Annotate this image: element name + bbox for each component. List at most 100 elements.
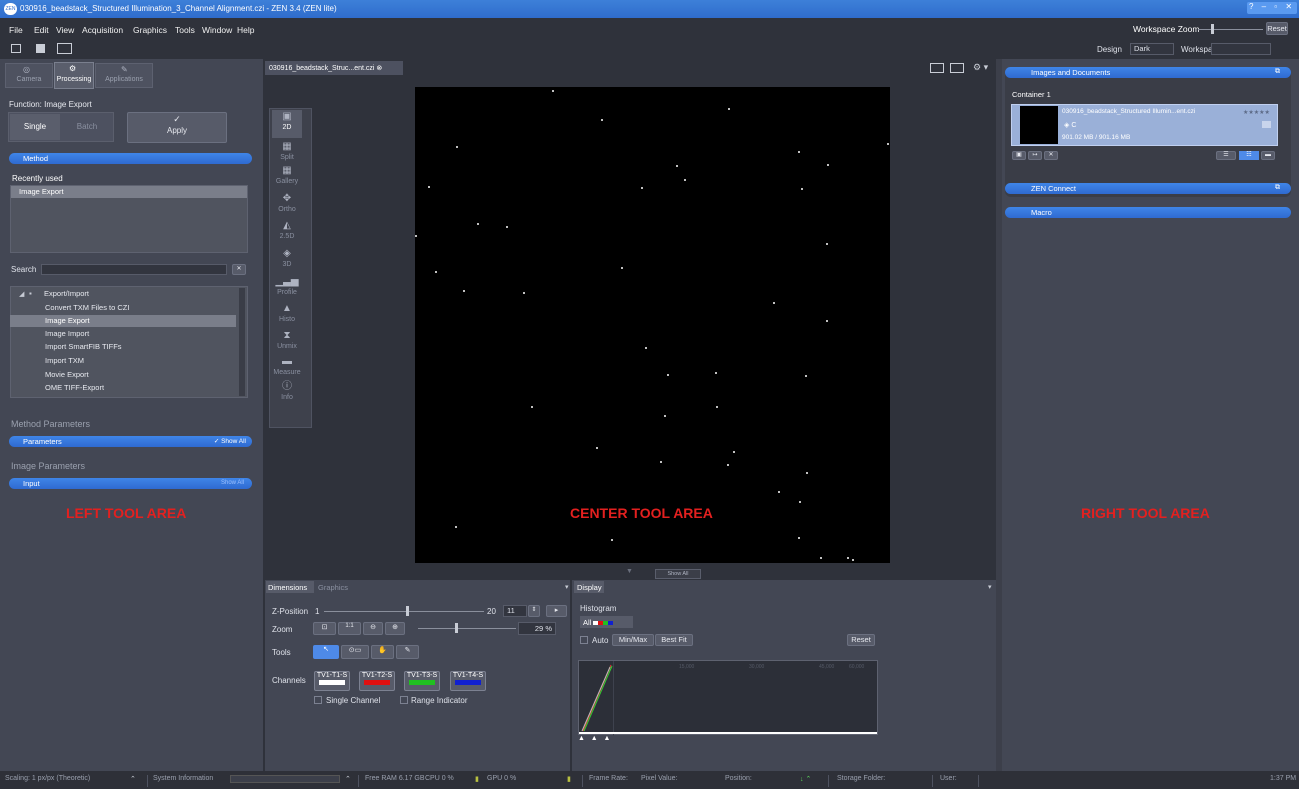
clear-search-icon[interactable]: ✕ [232,264,246,275]
zoom-input[interactable]: 29 % [518,622,556,635]
collapse-arrow-icon[interactable]: ▼ [626,568,633,575]
open-folder-icon[interactable] [11,44,21,53]
channel-1-button[interactable]: TV1-T1-S [314,671,350,691]
zoom-slider-handle[interactable] [455,623,458,633]
thumb-view-icon[interactable]: ▬ [1261,151,1275,160]
view-25d-button[interactable]: ◭ 2.5D [272,219,302,247]
tree-expand-icon[interactable]: ◢ [19,290,24,298]
document-rating[interactable]: ★★★★★ [1243,109,1270,116]
workspace-zoom-handle[interactable] [1211,24,1214,34]
tree-item-convert-txm[interactable]: Convert TXM Files to CZI [10,302,236,314]
play-icon[interactable]: ▸ [546,605,567,617]
settings-gear-icon[interactable]: ⚙ ▾ [973,62,988,73]
zoom-tool-icon[interactable]: ⊙▭ [341,645,369,659]
zoom-fit-icon[interactable]: ⊡ [313,622,336,635]
status-expand-icon-2[interactable]: ⌃ [345,775,351,783]
zoom-1-1-icon[interactable]: 1:1 [338,622,361,635]
tree-scrollbar[interactable] [239,288,245,396]
image-canvas[interactable] [415,87,890,563]
tree-item-movie-export[interactable]: Movie Export [10,369,236,381]
bestfit-button[interactable]: Best Fit [655,634,693,646]
workspace-select[interactable] [1211,43,1271,55]
single-channel-checkbox[interactable] [314,696,322,704]
menu-window[interactable]: Window [202,25,232,35]
tree-item-image-export[interactable]: Image Export [10,315,236,327]
tree-item-image-import[interactable]: Image Import [10,328,236,340]
document-tab[interactable]: 030916_beadstack_Struc...ent.czi ⊗ [265,61,403,75]
channel-2-button[interactable]: TV1-T2-S [359,671,395,691]
layout-icon[interactable] [57,43,72,54]
list-view-icon[interactable]: ☰ [1216,151,1236,160]
save-icon[interactable] [36,44,45,53]
auto-checkbox[interactable] [580,636,588,644]
zoom-in-icon[interactable]: ⊕ [385,622,405,635]
view-3d-button[interactable]: ◈ 3D [272,247,302,275]
batch-button[interactable]: Batch [62,114,112,140]
tree-root-label[interactable]: Export/Import [44,289,89,298]
macro-header[interactable]: Macro [1005,207,1291,218]
tree-item-ome-tiff-export[interactable]: OME TIFF-Export [10,382,236,394]
z-stepper-icon[interactable]: ⇕ [528,605,540,617]
histogram-chart[interactable]: 15,000 30,000 45,000 60,000 [578,660,878,736]
pointer-tool-icon[interactable]: ↖ [313,645,339,659]
tab-dimensions[interactable]: Dimensions [266,581,314,593]
menu-edit[interactable]: Edit [34,25,49,35]
apply-button[interactable]: ✓ Apply [127,112,227,143]
zoom-out-icon[interactable]: ⊖ [363,622,383,635]
channel-select-all[interactable]: All [580,616,633,628]
search-input[interactable] [41,264,227,275]
pan-tool-icon[interactable]: ✋ [371,645,394,659]
zen-connect-header[interactable]: ZEN Connect [1005,183,1291,194]
tree-item-import-txm[interactable]: Import TXM [10,355,236,367]
images-documents-header[interactable]: Images and Documents [1005,67,1291,78]
menu-tools[interactable]: Tools [175,25,195,35]
zen-connect-undock-icon[interactable]: ⧉ [1275,184,1280,192]
display-dropdown-icon[interactable]: ▾ [988,583,992,591]
view-info-button[interactable]: ⓘ Info [272,380,302,408]
parameters-header[interactable]: Parameters ✓ Show All [9,436,252,447]
display-reset-button[interactable]: Reset [847,634,875,646]
send-doc-icon[interactable]: ↦ [1028,151,1042,160]
workspace-zoom-slider[interactable] [1198,29,1263,30]
input-header[interactable]: Input Show All [9,478,252,489]
input-show-all-toggle[interactable]: Show All [221,478,244,489]
recent-item[interactable]: Image Export [11,186,247,198]
status-expand-icon[interactable]: ⌃ [130,775,136,783]
view-ortho-button[interactable]: ✥ Ortho [272,192,302,220]
reset-button[interactable]: Reset [1266,22,1288,35]
menu-graphics[interactable]: Graphics [133,25,167,35]
view-gallery-button[interactable]: ▦ Gallery [272,164,302,192]
z-position-input[interactable]: 11 [503,605,527,617]
menu-file[interactable]: File [9,25,23,35]
method-header[interactable]: Method [9,153,252,164]
zoom-slider[interactable] [418,628,516,629]
split-view-icon[interactable] [950,63,964,73]
tab-display[interactable]: Display [574,581,604,593]
design-select[interactable]: Dark [1130,43,1174,55]
view-histo-button[interactable]: ▲ Histo [272,302,302,330]
grid-view-icon[interactable] [930,63,944,73]
range-indicator-checkbox[interactable] [400,696,408,704]
z-position-handle[interactable] [406,606,409,616]
view-measure-button[interactable]: ▬ Measure [272,355,302,383]
menu-acquisition[interactable]: Acquisition [82,25,123,35]
view-2d-button[interactable]: ▣ 2D [272,110,302,138]
window-controls[interactable]: ? – ▫ ✕ [1247,2,1297,14]
minmax-button[interactable]: Min/Max [612,634,654,646]
save-doc-icon[interactable]: ▣ [1012,151,1026,160]
channel-4-button[interactable]: TV1-T4-S [450,671,486,691]
close-doc-icon[interactable]: ✕ [1044,151,1058,160]
panel-dropdown-icon[interactable]: ▾ [565,583,569,591]
menu-view[interactable]: View [56,25,74,35]
tree-item-import-smartfib[interactable]: Import SmartFIB TIFFs [10,341,236,353]
channel-3-button[interactable]: TV1-T3-S [404,671,440,691]
histogram-markers-icon[interactable]: ▲ ▲ ▲ [578,735,610,742]
tab-graphics[interactable]: Graphics [318,583,348,592]
show-all-button[interactable]: Show All [655,569,701,579]
view-profile-button[interactable]: ▁▃▅ Profile [272,275,302,303]
detail-view-icon[interactable]: ☷ [1239,151,1259,160]
z-position-slider[interactable] [324,611,484,612]
doc-info-icon[interactable] [1262,121,1271,128]
menu-help[interactable]: Help [237,25,254,35]
single-button[interactable]: Single [10,114,60,140]
